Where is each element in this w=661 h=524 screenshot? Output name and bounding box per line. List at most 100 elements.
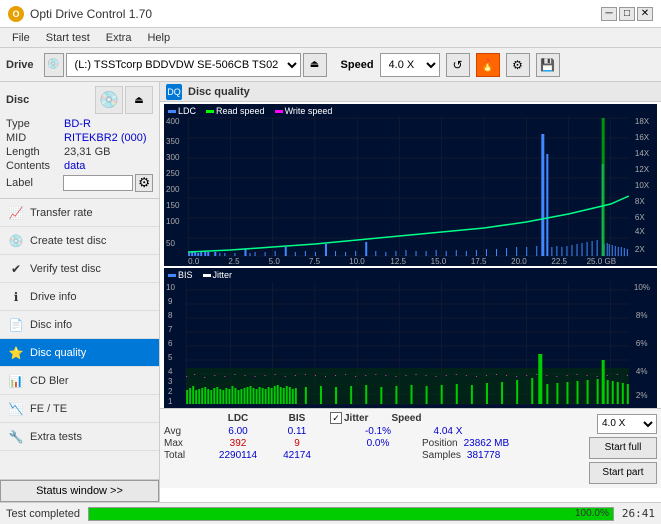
sidebar-item-disc-info[interactable]: 📄 Disc info — [0, 311, 159, 339]
svg-text:200: 200 — [166, 185, 180, 194]
jitter-header: Jitter — [344, 413, 368, 424]
minimize-button[interactable]: ─ — [601, 7, 617, 21]
sidebar-item-fe-te[interactable]: 📉 FE / TE — [0, 395, 159, 423]
svg-text:25.0 GB: 25.0 GB — [587, 257, 617, 266]
svg-text:150: 150 — [166, 201, 180, 210]
svg-text:12.5: 12.5 — [390, 257, 406, 266]
svg-text:10: 10 — [166, 283, 175, 292]
avg-label: Avg — [164, 426, 204, 437]
disc-quality-icon-header: DQ — [166, 84, 182, 100]
svg-text:12X: 12X — [635, 165, 650, 174]
status-window-button[interactable]: Status window >> — [0, 480, 159, 502]
position-label: Position — [422, 438, 458, 449]
drive-select[interactable]: (L:) TSSTcorp BDDVDW SE-506CB TS02 — [66, 53, 301, 77]
maximize-button[interactable]: □ — [619, 7, 635, 21]
svg-text:6: 6 — [168, 339, 173, 348]
burn-button[interactable]: 🔥 — [476, 53, 500, 77]
sidebar-item-verify-test-disc[interactable]: ✔ Verify test disc — [0, 255, 159, 283]
sidebar-item-disc-quality[interactable]: ⭐ Disc quality — [0, 339, 159, 367]
svg-text:18X: 18X — [635, 117, 650, 126]
sidebar-item-create-test-disc[interactable]: 💿 Create test disc — [0, 227, 159, 255]
progress-percent: 100.0% — [575, 508, 609, 520]
stats-speed-select[interactable]: 4.0 X — [597, 414, 657, 434]
svg-text:1: 1 — [168, 397, 173, 406]
svg-text:2%: 2% — [636, 391, 648, 400]
progress-container: 100.0% — [88, 507, 614, 521]
disc-label-row: Label ⚙ — [6, 174, 153, 192]
extra-tests-icon: 🔧 — [8, 429, 24, 445]
disc-info-icon: 📄 — [8, 317, 24, 333]
disc-label-label: Label — [6, 177, 63, 189]
sidebar-item-label: FE / TE — [30, 403, 67, 415]
svg-text:5.0: 5.0 — [269, 257, 281, 266]
ldc-header: LDC — [204, 413, 272, 424]
drive-info-icon: ℹ — [8, 289, 24, 305]
sidebar-item-label: Disc quality — [30, 347, 86, 359]
total-label: Total — [164, 450, 204, 461]
title-bar-left: O Opti Drive Control 1.70 — [8, 6, 152, 22]
menu-help[interactable]: Help — [139, 30, 178, 46]
avg-row: Avg 6.00 0.11 -0.1% 4.04 X — [164, 426, 589, 437]
time-display: 26:41 — [622, 507, 655, 520]
status-text: Test completed — [6, 508, 80, 520]
refresh-button[interactable]: ↺ — [446, 53, 470, 77]
disc-type-label: Type — [6, 118, 64, 130]
disc-label-btn[interactable]: ⚙ — [135, 174, 153, 192]
disc-label-input[interactable] — [63, 175, 133, 191]
disc-quality-header: DQ Disc quality — [160, 82, 661, 102]
disc-length-label: Length — [6, 146, 64, 158]
start-full-button[interactable]: Start full — [589, 437, 657, 459]
svg-text:2.5: 2.5 — [228, 257, 240, 266]
cd-bler-icon: 📊 — [8, 373, 24, 389]
svg-text:8%: 8% — [636, 311, 648, 320]
ldc-legend-item: LDC — [168, 106, 196, 116]
sidebar-item-cd-bler[interactable]: 📊 CD Bler — [0, 367, 159, 395]
svg-text:8X: 8X — [635, 197, 645, 206]
disc-header-icons: 💿 ⏏ — [95, 86, 153, 114]
disc-mid-label: MID — [6, 132, 64, 144]
transfer-rate-icon: 📈 — [8, 205, 24, 221]
disc-mid-row: MID RITEKBR2 (000) — [6, 132, 153, 144]
stats-header-row: LDC BIS ✓ Jitter Speed — [164, 412, 589, 424]
speed-select[interactable]: 4.0 X — [380, 53, 440, 77]
svg-text:300: 300 — [166, 153, 180, 162]
start-part-button[interactable]: Start part — [589, 462, 657, 484]
max-bis: 9 — [272, 438, 322, 449]
disc-contents-row: Contents data — [6, 160, 153, 172]
bis-legend-item: BIS — [168, 270, 193, 280]
disc-length-value: 23,31 GB — [64, 146, 110, 158]
samples-value: 381778 — [467, 450, 500, 461]
stats-bar: LDC BIS ✓ Jitter Speed Avg 6.00 0.11 -0.… — [160, 408, 661, 488]
eject-button[interactable]: ⏏ — [303, 53, 327, 77]
samples-label: Samples — [422, 450, 461, 461]
speed-label: Speed — [341, 59, 374, 71]
menu-file[interactable]: File — [4, 30, 38, 46]
svg-text:10X: 10X — [635, 181, 650, 190]
svg-text:5: 5 — [168, 353, 173, 362]
jitter-checkbox[interactable]: ✓ — [330, 412, 342, 424]
position-row: Position 23862 MB — [422, 438, 509, 449]
svg-text:20.0: 20.0 — [511, 257, 527, 266]
sidebar-item-label: Extra tests — [30, 431, 82, 443]
svg-text:0.0: 0.0 — [188, 257, 200, 266]
status-bar: Test completed 100.0% 26:41 — [0, 502, 661, 524]
verify-test-disc-icon: ✔ — [8, 261, 24, 277]
svg-text:6X: 6X — [635, 213, 645, 222]
disc-header-text: Disc — [6, 94, 29, 106]
settings-button[interactable]: ⚙ — [506, 53, 530, 77]
position-value: 23862 MB — [464, 438, 510, 449]
sidebar-item-extra-tests[interactable]: 🔧 Extra tests — [0, 423, 159, 451]
sidebar-item-drive-info[interactable]: ℹ Drive info — [0, 283, 159, 311]
sidebar-item-transfer-rate[interactable]: 📈 Transfer rate — [0, 199, 159, 227]
menu-extra[interactable]: Extra — [98, 30, 140, 46]
save-button[interactable]: 💾 — [536, 53, 560, 77]
disc-type-row: Type BD-R — [6, 118, 153, 130]
svg-text:50: 50 — [166, 239, 175, 248]
menu-start-test[interactable]: Start test — [38, 30, 98, 46]
avg-bis: 0.11 — [272, 426, 322, 437]
svg-text:14X: 14X — [635, 149, 650, 158]
disc-quality-title: Disc quality — [188, 86, 250, 98]
disc-contents-value: data — [64, 160, 85, 172]
max-ldc: 392 — [204, 438, 272, 449]
close-button[interactable]: ✕ — [637, 7, 653, 21]
